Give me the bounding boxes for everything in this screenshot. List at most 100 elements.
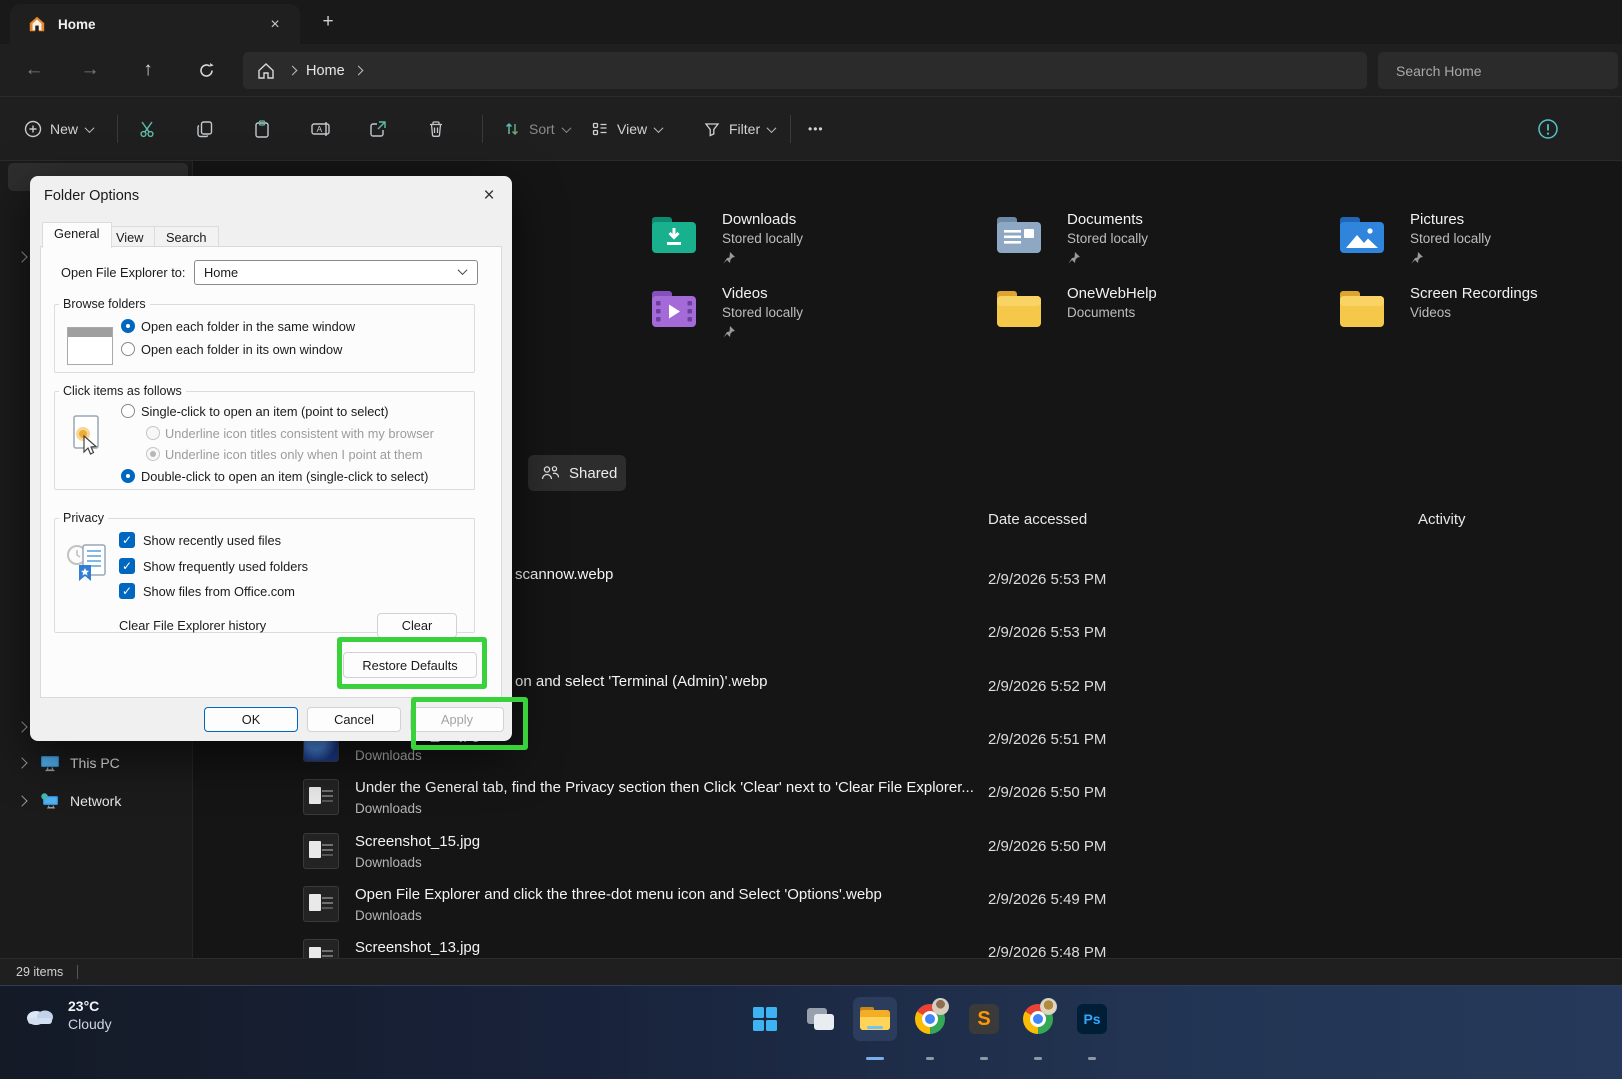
radio-underline-point bbox=[146, 447, 160, 461]
radio-own-window[interactable] bbox=[121, 342, 135, 356]
sublime-text-taskbar-button[interactable]: S bbox=[962, 997, 1006, 1060]
up-button[interactable]: ↑ bbox=[134, 56, 162, 84]
folder-subtitle: Documents bbox=[1067, 305, 1136, 320]
radio-double-click[interactable] bbox=[121, 469, 135, 483]
radio-same-window-label: Open each folder in the same window bbox=[141, 319, 356, 334]
folder-tile-screen-recordings[interactable]: Screen Recordings Videos bbox=[1338, 284, 1622, 354]
tab-close-button[interactable]: × bbox=[264, 14, 286, 36]
file-row[interactable]: Under the General tab, find the Privacy … bbox=[193, 775, 1622, 828]
start-button[interactable] bbox=[743, 997, 787, 1041]
sort-arrows-icon bbox=[505, 122, 519, 136]
file-name: on and select 'Terminal (Admin)'.webp bbox=[515, 672, 768, 690]
copy-button[interactable] bbox=[189, 113, 221, 145]
privacy-legend: Privacy bbox=[63, 511, 104, 525]
file-thumbnail bbox=[303, 779, 339, 816]
toolbar-divider bbox=[790, 115, 791, 143]
back-button[interactable]: ← bbox=[20, 56, 48, 84]
file-date-accessed: 2/9/2026 5:51 PM bbox=[988, 730, 1107, 748]
checkbox-office-files[interactable]: ✓ bbox=[119, 583, 135, 599]
yellow-folder-icon bbox=[997, 291, 1041, 327]
ok-button[interactable]: OK bbox=[204, 707, 298, 732]
search-input[interactable]: Search Home bbox=[1378, 52, 1618, 89]
chrome-taskbar-button-2[interactable] bbox=[1016, 997, 1060, 1060]
clear-history-label: Clear File Explorer history bbox=[119, 618, 267, 633]
weather-desc: Cloudy bbox=[68, 1016, 112, 1032]
file-date-accessed: 2/9/2026 5:52 PM bbox=[988, 677, 1107, 695]
new-button[interactable]: New bbox=[16, 111, 101, 147]
column-header-activity[interactable]: Activity bbox=[1418, 511, 1466, 528]
sublime-text-icon: S bbox=[969, 1004, 999, 1034]
file-date-accessed: 2/9/2026 5:53 PM bbox=[988, 624, 1107, 642]
tab-search[interactable]: Search bbox=[154, 226, 219, 247]
cut-button[interactable] bbox=[132, 113, 164, 145]
file-date-accessed: 2/9/2026 5:48 PM bbox=[988, 944, 1107, 958]
share-button[interactable] bbox=[362, 113, 394, 145]
folder-tile-downloads[interactable]: Downloads Stored locally bbox=[650, 210, 980, 280]
dialog-title: Folder Options bbox=[44, 188, 140, 204]
file-thumbnail bbox=[303, 832, 339, 869]
sidebar-item-this-pc[interactable]: This PC bbox=[0, 746, 188, 780]
sidebar-item-network[interactable]: Network bbox=[0, 784, 188, 818]
column-header-date-accessed[interactable]: Date accessed bbox=[988, 511, 1087, 528]
dialog-close-button[interactable]: × bbox=[476, 183, 502, 209]
running-indicator bbox=[980, 1057, 988, 1060]
folder-tile-videos[interactable]: Videos Stored locally bbox=[650, 284, 980, 354]
breadcrumb-home-icon bbox=[258, 62, 274, 79]
svg-text:A: A bbox=[316, 124, 322, 134]
toolbar-divider bbox=[482, 115, 483, 143]
rename-icon: A bbox=[310, 122, 330, 136]
breadcrumb-home[interactable]: Home bbox=[306, 63, 345, 79]
details-pane-button[interactable] bbox=[1532, 113, 1564, 145]
checkbox-frequent-folders-label: Show frequently used folders bbox=[143, 559, 309, 574]
chevron-right-icon[interactable] bbox=[16, 721, 28, 733]
folder-tile-onewebhelp[interactable]: OneWebHelp Documents bbox=[995, 284, 1325, 354]
chevron-right-icon[interactable] bbox=[16, 251, 28, 263]
more-options-button[interactable]: ••• bbox=[800, 111, 832, 147]
cancel-button[interactable]: Cancel bbox=[307, 707, 401, 732]
new-tab-button[interactable]: + bbox=[316, 10, 340, 34]
open-to-dropdown[interactable]: Home bbox=[194, 260, 478, 285]
view-button[interactable]: View bbox=[583, 111, 670, 147]
folder-tile-documents[interactable]: Documents Stored locally bbox=[995, 210, 1325, 280]
folder-subtitle: Stored locally bbox=[722, 305, 804, 320]
file-row[interactable]: Open File Explorer and click the three-d… bbox=[193, 882, 1622, 935]
photoshop-taskbar-button[interactable]: Ps bbox=[1070, 997, 1114, 1060]
rename-button[interactable]: A bbox=[304, 113, 336, 145]
radio-own-window-label: Open each folder in its own window bbox=[141, 342, 343, 357]
file-row[interactable]: Screenshot_15.jpg Downloads 2/9/2026 5:5… bbox=[193, 829, 1622, 882]
clear-button[interactable]: Clear bbox=[377, 613, 457, 638]
radio-underline-point-label: Underline icon titles only when I point … bbox=[165, 447, 423, 462]
folder-subtitle: Stored locally bbox=[1067, 231, 1149, 246]
weather-widget[interactable]: 23°C Cloudy bbox=[22, 998, 112, 1032]
address-bar[interactable]: Home bbox=[243, 52, 1367, 89]
shared-section-button[interactable]: Shared bbox=[528, 455, 626, 491]
radio-same-window[interactable] bbox=[121, 319, 135, 333]
folder-tile-pictures[interactable]: Pictures Stored locally bbox=[1338, 210, 1622, 280]
navigation-bar: ← → ↑ Home Search Home bbox=[0, 44, 1622, 96]
delete-button[interactable] bbox=[420, 113, 452, 145]
filter-button[interactable]: Filter bbox=[695, 111, 783, 147]
windows-logo-icon bbox=[753, 1007, 777, 1031]
file-thumbnail bbox=[303, 939, 339, 958]
click-items-group: Click items as follows Single-click to o… bbox=[54, 384, 475, 490]
checkbox-frequent-folders[interactable]: ✓ bbox=[119, 558, 135, 574]
file-explorer-taskbar-button[interactable] bbox=[853, 997, 897, 1060]
radio-single-click[interactable] bbox=[121, 404, 135, 418]
this-pc-icon bbox=[41, 756, 59, 772]
tab-general[interactable]: General bbox=[42, 222, 112, 248]
toolbar-divider bbox=[117, 115, 118, 143]
forward-button[interactable]: → bbox=[76, 56, 104, 84]
pin-icon bbox=[723, 252, 735, 264]
folder-subtitle: Videos bbox=[1410, 305, 1452, 320]
tab-view[interactable]: View bbox=[104, 226, 156, 247]
task-view-button[interactable] bbox=[798, 997, 842, 1041]
refresh-button[interactable] bbox=[192, 56, 220, 84]
chrome-taskbar-button-1[interactable] bbox=[908, 997, 952, 1060]
checkbox-recent-files[interactable]: ✓ bbox=[119, 532, 135, 548]
privacy-icon bbox=[67, 544, 106, 581]
file-row[interactable]: Screenshot_13.jpg 2/9/2026 5:48 PM bbox=[193, 935, 1622, 958]
people-icon bbox=[541, 466, 560, 480]
sort-button[interactable]: Sort bbox=[495, 111, 578, 147]
paste-button[interactable] bbox=[246, 113, 278, 145]
tab-home[interactable]: Home × bbox=[10, 4, 300, 44]
